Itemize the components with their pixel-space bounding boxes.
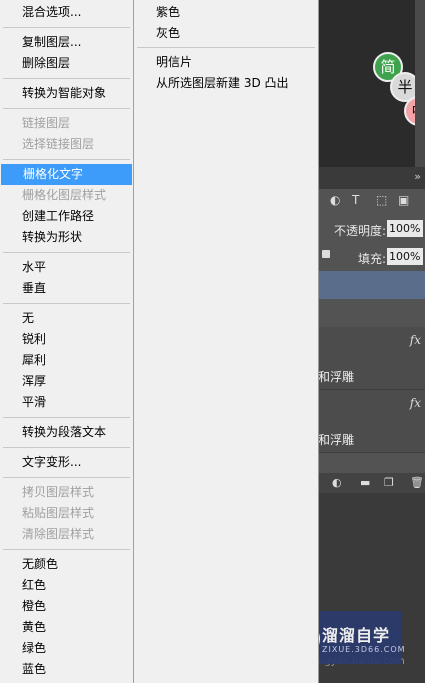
menu-item-color-violet[interactable]: 紫色 xyxy=(134,2,318,23)
menu-separator xyxy=(3,303,130,304)
menu-separator xyxy=(3,27,130,28)
menu-item-delete-layer[interactable]: 删除图层 xyxy=(0,53,133,74)
menu-item-convert-smart-object[interactable]: 转换为智能对象 xyxy=(0,83,133,104)
smart-object-filter-icon[interactable]: ▣ xyxy=(398,193,409,207)
fill-label: 填充: xyxy=(358,252,387,266)
fill-row: 填充: 100% xyxy=(318,243,425,271)
menu-separator xyxy=(137,47,315,48)
menu-item-color-gray[interactable]: 灰色 xyxy=(134,23,318,44)
adjustment-filter-icon[interactable]: ◐ xyxy=(330,193,340,207)
layer-context-menu: 混合选项... 复制图层... 删除图层 转换为智能对象 链接图层 选择链接图层… xyxy=(0,0,134,683)
menu-item-color-none[interactable]: 无颜色 xyxy=(0,554,133,575)
menu-item-color-red[interactable]: 红色 xyxy=(0,575,133,596)
menu-separator xyxy=(3,477,130,478)
menu-item-color-yellow[interactable]: 黄色 xyxy=(0,617,133,638)
layer-filter-row: ◐ T ⬚ ▣ xyxy=(318,189,425,213)
menu-item-horizontal[interactable]: 水平 xyxy=(0,257,133,278)
layers-toolbar: ◐ ▬ ❐ 🗑 xyxy=(318,473,425,493)
layer-row[interactable]: fx 和浮雕 xyxy=(318,390,425,453)
menu-item-postcard[interactable]: 明信片 xyxy=(134,52,318,73)
shape-filter-icon[interactable]: ⬚ xyxy=(376,193,387,207)
lock-icon[interactable] xyxy=(322,250,330,258)
logo-title: 溜溜自学 xyxy=(322,626,391,645)
fill-field[interactable]: 100% xyxy=(387,248,423,265)
menu-item-create-work-path[interactable]: 创建工作路径 xyxy=(0,206,133,227)
menu-item-paste-layer-style: 粘贴图层样式 xyxy=(22,506,95,520)
menu-item-warp-text[interactable]: 文字变形... xyxy=(0,452,133,473)
menu-separator xyxy=(3,108,130,109)
menu-separator xyxy=(3,78,130,79)
logo-url: ZIXUE.3D66.COM xyxy=(322,645,406,654)
layer-effect-label: 和浮雕 xyxy=(318,433,355,447)
type-filter-icon[interactable]: T xyxy=(352,193,359,207)
menu-item-rasterize-layer-style: 栅格化图层样式 xyxy=(22,188,107,202)
menu-item-antialias-crisp[interactable]: 犀利 xyxy=(0,350,133,371)
menu-item-convert-to-shape[interactable]: 转换为形状 xyxy=(0,227,133,248)
layer-row[interactable]: fx 和浮雕 xyxy=(318,327,425,390)
menu-item-antialias-smooth[interactable]: 平滑 xyxy=(0,392,133,413)
expand-panel-icon[interactable]: » xyxy=(414,170,421,183)
selected-layer-row[interactable] xyxy=(318,271,425,299)
menu-item-antialias-none[interactable]: 无 xyxy=(0,308,133,329)
menu-item-antialias-sharp[interactable]: 锐利 xyxy=(0,329,133,350)
menu-item-color-orange[interactable]: 橙色 xyxy=(0,596,133,617)
opacity-label: 不透明度: xyxy=(334,224,387,238)
menu-separator xyxy=(3,447,130,448)
menu-separator xyxy=(3,417,130,418)
menu-separator xyxy=(3,159,130,160)
menu-item-link-layers: 链接图层 xyxy=(22,116,71,130)
adjustment-layer-icon[interactable]: ◐ xyxy=(332,476,342,489)
menu-item-copy-layer-style: 拷贝图层样式 xyxy=(22,485,95,499)
folder-icon[interactable]: ▬ xyxy=(360,476,370,489)
layer-effect-label: 和浮雕 xyxy=(318,370,355,384)
document-canvas[interactable]: 简 半 中 xyxy=(318,0,425,167)
opacity-row: 不透明度: 100% xyxy=(318,215,425,243)
menu-item-blending-options[interactable]: 混合选项... xyxy=(0,2,133,23)
fx-icon[interactable]: fx xyxy=(410,333,421,347)
new-layer-icon[interactable]: ❐ xyxy=(384,476,394,489)
opacity-field[interactable]: 100% xyxy=(387,220,423,237)
menu-separator xyxy=(3,549,130,550)
menu-item-antialias-strong[interactable]: 浑厚 xyxy=(0,371,133,392)
layers-panel-tabs[interactable]: » xyxy=(318,167,425,189)
menu-item-select-linked-layers: 选择链接图层 xyxy=(22,137,95,151)
menu-item-clear-layer-style: 清除图层样式 xyxy=(22,527,95,541)
menu-item-vertical[interactable]: 垂直 xyxy=(0,278,133,299)
menu-item-convert-paragraph-text[interactable]: 转换为段落文本 xyxy=(0,422,133,443)
menu-item-color-green[interactable]: 绿色 xyxy=(0,638,133,659)
menu-item-new-3d-extrusion[interactable]: 从所选图层新建 3D 凸出 xyxy=(134,73,318,94)
menu-item-rasterize-type[interactable]: 栅格化文字 xyxy=(1,164,132,185)
menu-item-color-blue[interactable]: 蓝色 xyxy=(0,659,133,680)
menu-item-duplicate-layer[interactable]: 复制图层... xyxy=(0,32,133,53)
layer-context-menu-continued: 紫色 灰色 明信片 从所选图层新建 3D 凸出 xyxy=(134,0,319,683)
trash-icon[interactable]: 🗑 xyxy=(410,476,424,489)
canvas-scrollbar[interactable] xyxy=(415,0,425,167)
layer-row[interactable] xyxy=(318,453,425,473)
menu-separator xyxy=(3,252,130,253)
layer-row[interactable] xyxy=(318,299,425,328)
fx-icon[interactable]: fx xyxy=(410,396,421,410)
